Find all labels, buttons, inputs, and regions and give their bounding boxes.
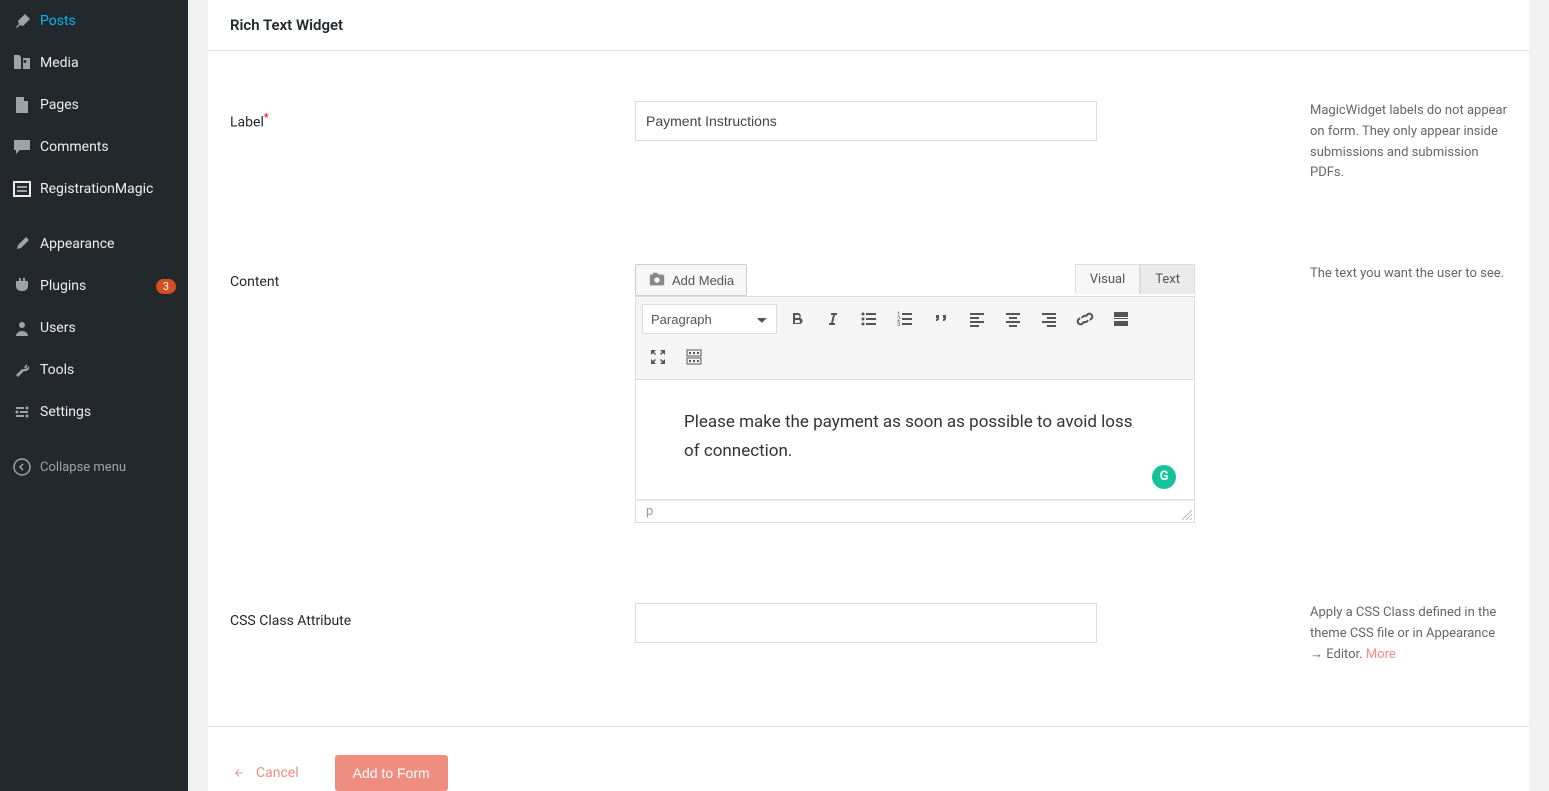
page-title: Rich Text Widget: [208, 0, 1529, 50]
css-help-text: Apply a CSS Class defined in the theme C…: [1195, 603, 1507, 665]
user-icon: [12, 318, 32, 338]
tab-text[interactable]: Text: [1140, 264, 1195, 294]
format-select[interactable]: Paragraph: [642, 304, 777, 334]
content-field-label: Content: [230, 264, 635, 290]
menu-separator: [0, 433, 188, 446]
settings-icon: [12, 402, 32, 422]
bold-button[interactable]: [781, 303, 813, 335]
main-content: Rich Text Widget Label* MagicWidget labe…: [188, 0, 1549, 791]
sidebar-item-pages[interactable]: Pages: [0, 84, 188, 126]
menu-label: Settings: [40, 404, 176, 420]
form-icon: [12, 179, 32, 199]
quote-button[interactable]: [925, 303, 957, 335]
admin-sidebar: Posts Media Pages Comments RegistrationM…: [0, 0, 188, 791]
plugin-icon: [12, 276, 32, 296]
css-field-label: CSS Class Attribute: [230, 603, 635, 629]
camera-icon: [648, 271, 666, 289]
form-actions: Cancel Add to Form: [208, 755, 1529, 791]
align-center-button[interactable]: [997, 303, 1029, 335]
align-left-button[interactable]: [961, 303, 993, 335]
menu-label: Media: [40, 55, 176, 71]
menu-label: RegistrationMagic: [40, 181, 176, 197]
tab-visual[interactable]: Visual: [1075, 264, 1141, 294]
content-row: Content Add Media Visual Text: [208, 264, 1529, 523]
menu-label: Collapse menu: [40, 460, 176, 475]
menu-label: Appearance: [40, 236, 176, 252]
italic-button[interactable]: [817, 303, 849, 335]
element-path[interactable]: p: [646, 504, 653, 519]
menu-separator: [0, 210, 188, 223]
divider: [208, 726, 1529, 727]
pin-icon: [12, 11, 32, 31]
page-icon: [12, 95, 32, 115]
rich-text-editor: Add Media Visual Text Paragraph: [635, 264, 1195, 523]
menu-label: Tools: [40, 362, 176, 378]
arrow-left-icon: [230, 767, 246, 779]
collapse-menu-button[interactable]: Collapse menu: [0, 446, 188, 488]
comment-icon: [12, 137, 32, 157]
menu-label: Posts: [40, 13, 176, 29]
editor-content-area[interactable]: Please make the payment as soon as possi…: [635, 380, 1195, 500]
label-field-label: Label*: [230, 101, 635, 131]
editor-status-bar: p: [635, 500, 1195, 523]
content-help-text: The text you want the user to see.: [1195, 264, 1507, 285]
svg-text:3: 3: [897, 321, 900, 328]
link-button[interactable]: [1069, 303, 1101, 335]
cancel-button[interactable]: Cancel: [230, 765, 299, 781]
numbered-list-button[interactable]: 123: [889, 303, 921, 335]
sidebar-item-media[interactable]: Media: [0, 42, 188, 84]
fullscreen-button[interactable]: [642, 341, 674, 373]
readmore-button[interactable]: [1105, 303, 1137, 335]
menu-label: Comments: [40, 139, 176, 155]
sidebar-item-users[interactable]: Users: [0, 307, 188, 349]
sidebar-item-posts[interactable]: Posts: [0, 0, 188, 42]
required-indicator: *: [264, 111, 269, 124]
add-to-form-button[interactable]: Add to Form: [335, 755, 448, 791]
menu-label: Plugins: [40, 278, 150, 294]
css-row: CSS Class Attribute Apply a CSS Class de…: [208, 603, 1529, 665]
media-icon: [12, 53, 32, 73]
editor-toolbar: Paragraph 123: [635, 296, 1195, 380]
sidebar-item-tools[interactable]: Tools: [0, 349, 188, 391]
resize-handle-icon[interactable]: [1182, 510, 1192, 520]
menu-label: Pages: [40, 97, 176, 113]
sidebar-item-plugins[interactable]: Plugins 3: [0, 265, 188, 307]
grammarly-icon[interactable]: G: [1152, 465, 1176, 489]
bullet-list-button[interactable]: [853, 303, 885, 335]
wrench-icon: [12, 360, 32, 380]
more-link[interactable]: More: [1366, 647, 1396, 662]
sidebar-item-settings[interactable]: Settings: [0, 391, 188, 433]
collapse-icon: [12, 457, 32, 477]
label-row: Label* MagicWidget labels do not appear …: [208, 101, 1529, 184]
label-input[interactable]: [635, 101, 1097, 141]
menu-label: Users: [40, 320, 176, 336]
add-media-button[interactable]: Add Media: [635, 264, 747, 296]
sidebar-item-appearance[interactable]: Appearance: [0, 223, 188, 265]
brush-icon: [12, 234, 32, 254]
css-class-input[interactable]: [635, 603, 1097, 643]
sidebar-item-comments[interactable]: Comments: [0, 126, 188, 168]
divider: [208, 50, 1529, 51]
label-help-text: MagicWidget labels do not appear on form…: [1195, 101, 1507, 184]
align-right-button[interactable]: [1033, 303, 1065, 335]
toolbar-toggle-button[interactable]: [678, 341, 710, 373]
update-badge: 3: [156, 279, 176, 294]
sidebar-item-registrationmagic[interactable]: RegistrationMagic: [0, 168, 188, 210]
